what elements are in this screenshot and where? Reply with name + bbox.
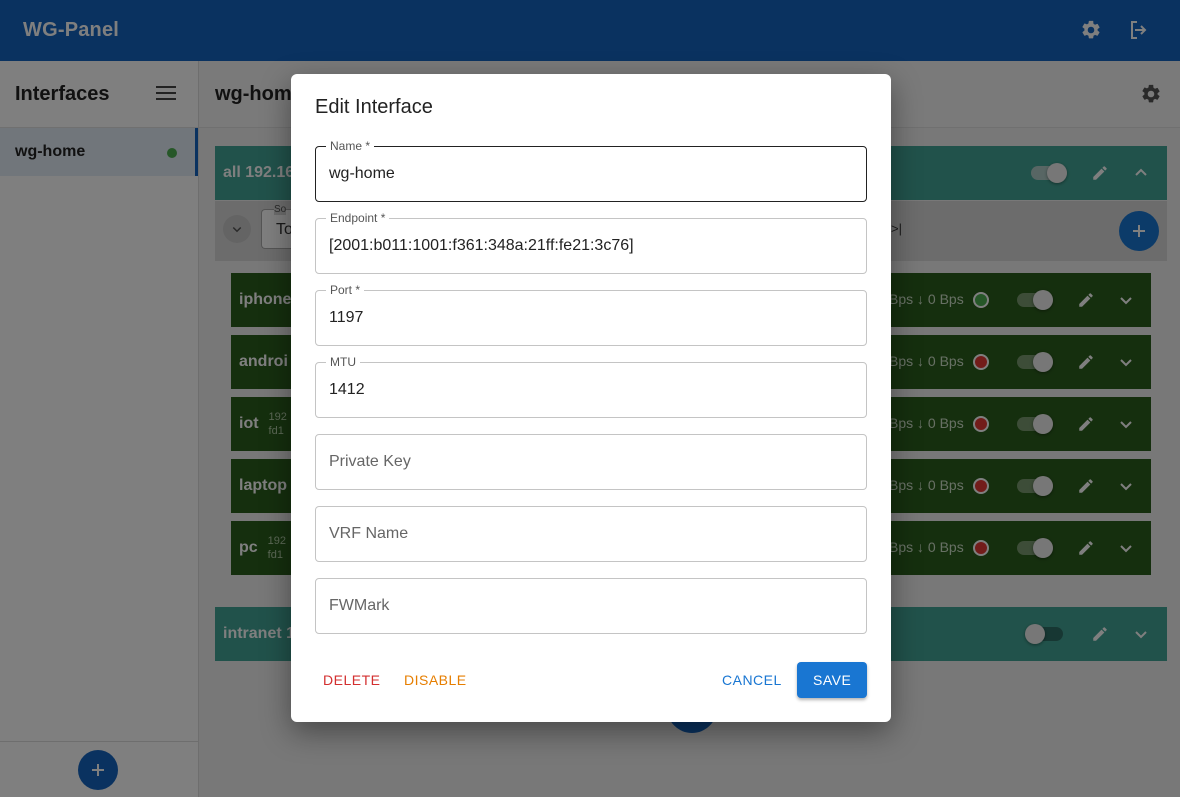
disable-button[interactable]: DISABLE (396, 662, 475, 698)
delete-button[interactable]: DELETE (315, 662, 388, 698)
dialog-title: Edit Interface (315, 96, 433, 118)
mtu-input[interactable] (329, 363, 849, 417)
cancel-button[interactable]: CANCEL (714, 662, 790, 698)
name-field: Name * (315, 139, 867, 202)
private-key-input[interactable] (329, 435, 849, 489)
port-input[interactable] (329, 291, 849, 345)
vrf-name-field (315, 506, 867, 562)
fwmark-input[interactable] (329, 579, 849, 633)
port-field: Port * (315, 283, 867, 346)
save-button[interactable]: SAVE (797, 662, 868, 698)
fwmark-field (315, 578, 867, 634)
edit-interface-dialog: Edit Interface Name * Endpoint * Port * … (291, 74, 891, 722)
endpoint-input[interactable] (329, 219, 849, 273)
endpoint-field: Endpoint * (315, 211, 867, 274)
mtu-field: MTU (315, 355, 867, 418)
name-input[interactable] (329, 147, 849, 201)
vrf-name-input[interactable] (329, 507, 849, 561)
private-key-field (315, 434, 867, 490)
